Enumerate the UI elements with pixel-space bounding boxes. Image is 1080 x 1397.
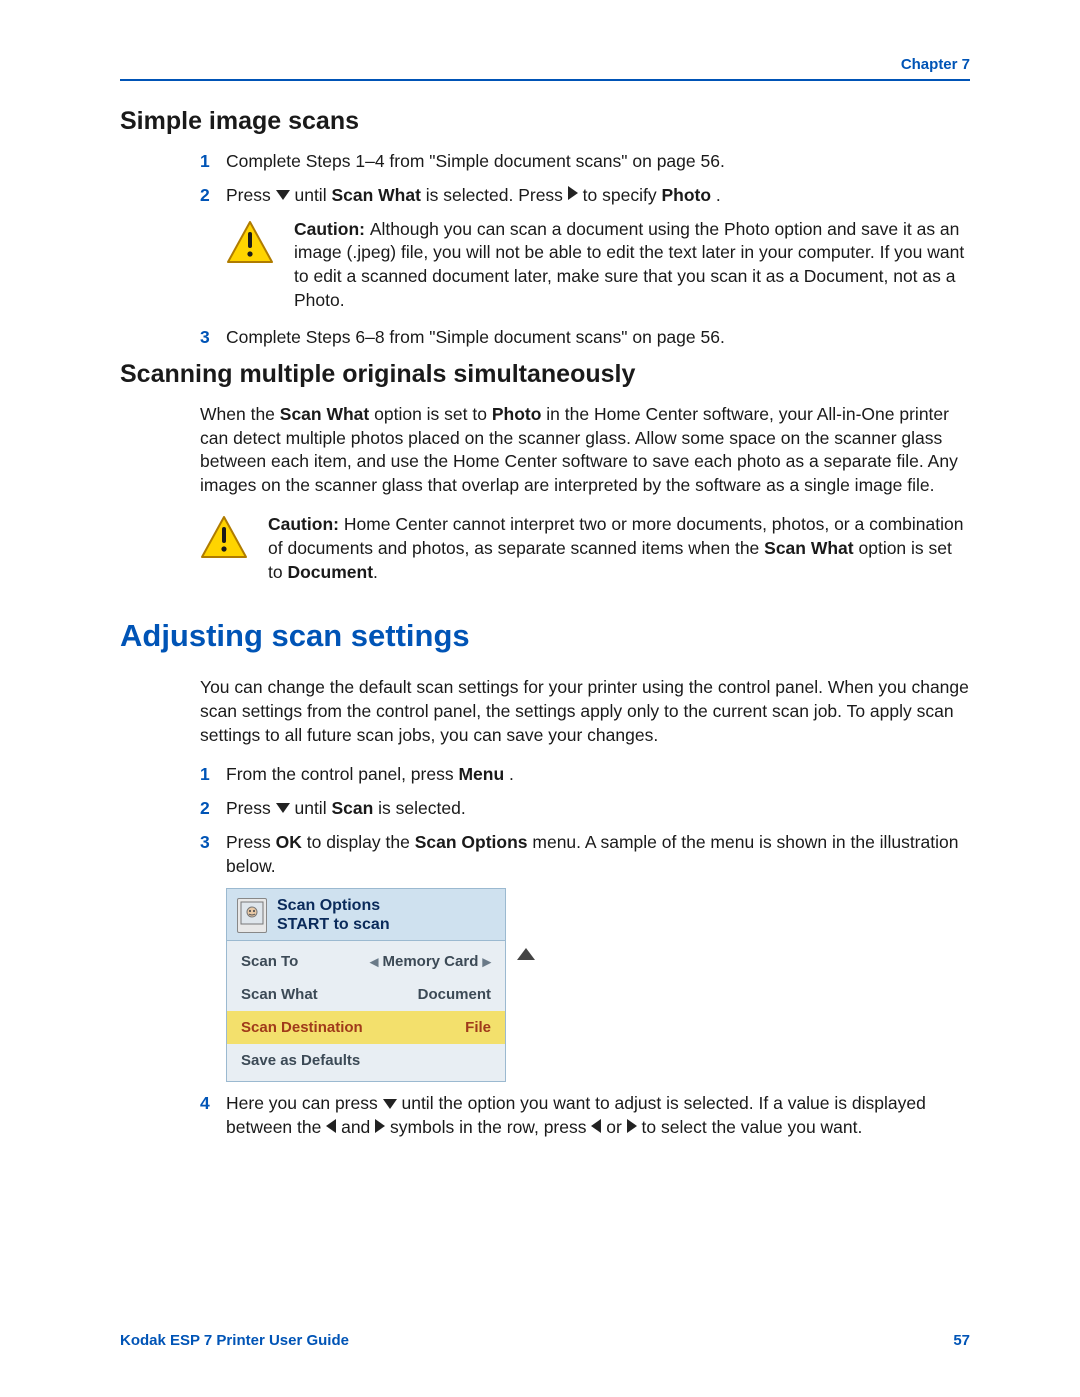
menu-row-value: Document bbox=[418, 986, 491, 1003]
list-marker: 3 bbox=[200, 831, 226, 878]
down-arrow-icon bbox=[276, 183, 290, 207]
menu-row-scan-destination: Scan Destination File bbox=[227, 1011, 505, 1044]
menu-row-save-defaults: Save as Defaults bbox=[227, 1044, 505, 1077]
text-fragment: Press bbox=[226, 798, 276, 818]
text-bold: OK bbox=[276, 832, 302, 852]
text-bold: Scan bbox=[331, 798, 373, 818]
down-arrow-icon bbox=[383, 1092, 397, 1116]
paragraph: When the Scan What option is set to Phot… bbox=[200, 403, 970, 498]
caution-label: Caution: bbox=[268, 514, 344, 534]
chapter-header: Chapter 7 bbox=[120, 56, 970, 81]
caution-text: Caution: Although you can scan a documen… bbox=[294, 218, 970, 313]
text-fragment: . bbox=[373, 562, 378, 582]
text-fragment: and bbox=[341, 1117, 375, 1137]
text-bold: Scan What bbox=[331, 185, 420, 205]
text-fragment: is selected. Press bbox=[426, 185, 568, 205]
caution-icon bbox=[226, 251, 274, 268]
page-number: 57 bbox=[953, 1332, 970, 1349]
text-fragment: until bbox=[294, 185, 331, 205]
menu-title2: START to scan bbox=[277, 916, 390, 934]
text-fragment: Although you can scan a document using t… bbox=[294, 219, 964, 310]
text-fragment: option is set to bbox=[374, 404, 492, 424]
text-fragment: to display the bbox=[307, 832, 415, 852]
text-fragment: or bbox=[606, 1117, 626, 1137]
list-marker: 4 bbox=[200, 1092, 226, 1140]
menu-row-scan-what: Scan What Document bbox=[227, 978, 505, 1011]
menu-row-value: Memory Card bbox=[383, 953, 479, 970]
caution-icon bbox=[200, 546, 248, 563]
text-bold: Photo bbox=[661, 185, 711, 205]
menu-row-label: Save as Defaults bbox=[241, 1052, 360, 1069]
caution-text: Caution: Home Center cannot interpret tw… bbox=[268, 513, 970, 584]
left-arrow-icon bbox=[326, 1116, 336, 1140]
left-arrow-icon: ◀ bbox=[370, 957, 378, 969]
heading-simple-image-scans: Simple image scans bbox=[120, 107, 970, 136]
text-bold: Scan What bbox=[280, 404, 369, 424]
heading-adjusting-scan-settings: Adjusting scan settings bbox=[120, 618, 970, 654]
menu-row-scan-to: Scan To ◀ Memory Card ▶ bbox=[227, 945, 505, 978]
text-bold: Scan Options bbox=[415, 832, 528, 852]
paragraph: You can change the default scan settings… bbox=[200, 676, 970, 747]
menu-row-label: Scan Destination bbox=[241, 1019, 363, 1036]
list-marker: 1 bbox=[200, 763, 226, 787]
menu-photo-icon bbox=[237, 898, 267, 933]
text-fragment: Press bbox=[226, 832, 276, 852]
text-bold: Menu bbox=[458, 764, 504, 784]
text-fragment: From the control panel, press bbox=[226, 764, 458, 784]
step-text: Here you can press until the option you … bbox=[226, 1092, 970, 1140]
list-marker: 2 bbox=[200, 797, 226, 821]
right-arrow-icon: ▶ bbox=[483, 957, 491, 969]
step-text: Press until Scan is selected. bbox=[226, 797, 970, 821]
right-arrow-icon bbox=[568, 183, 578, 207]
list-marker: 1 bbox=[200, 150, 226, 174]
list-marker: 3 bbox=[200, 326, 226, 350]
text-fragment: When the bbox=[200, 404, 280, 424]
right-arrow-icon bbox=[627, 1116, 637, 1140]
text-fragment: Press bbox=[226, 185, 276, 205]
menu-row-value: File bbox=[465, 1019, 491, 1036]
step-text: Complete Steps 6–8 from "Simple document… bbox=[226, 326, 970, 350]
menu-title1: Scan Options bbox=[277, 897, 390, 915]
menu-header: Scan Options START to scan bbox=[226, 888, 506, 941]
menu-row-label: Scan What bbox=[241, 986, 318, 1003]
heading-scanning-multiple: Scanning multiple originals simultaneous… bbox=[120, 360, 970, 389]
left-arrow-icon bbox=[591, 1116, 601, 1140]
text-fragment: until bbox=[294, 798, 331, 818]
text-fragment: Here you can press bbox=[226, 1093, 383, 1113]
text-bold: Photo bbox=[492, 404, 542, 424]
text-bold: Scan What bbox=[764, 538, 853, 558]
down-arrow-icon bbox=[276, 796, 290, 820]
text-fragment: to select the value you want. bbox=[642, 1117, 863, 1137]
text-fragment: . bbox=[716, 185, 721, 205]
scan-options-menu: Scan Options START to scan Scan To ◀ Mem… bbox=[226, 888, 506, 1082]
step-text: From the control panel, press Menu . bbox=[226, 763, 970, 787]
text-fragment: symbols in the row, press bbox=[390, 1117, 591, 1137]
step-text: Press until Scan What is selected. Press… bbox=[226, 184, 970, 208]
text-fragment: . bbox=[509, 764, 514, 784]
step-text: Complete Steps 1–4 from "Simple document… bbox=[226, 150, 970, 174]
menu-row-label: Scan To bbox=[241, 953, 298, 970]
list-marker: 2 bbox=[200, 184, 226, 208]
right-arrow-icon bbox=[375, 1116, 385, 1140]
text-fragment: to specify bbox=[583, 185, 662, 205]
caution-label: Caution: bbox=[294, 219, 370, 239]
menu-scroll-up-icon bbox=[517, 947, 535, 965]
step-text: Press OK to display the Scan Options men… bbox=[226, 831, 970, 878]
text-fragment: is selected. bbox=[378, 798, 466, 818]
footer-title: Kodak ESP 7 Printer User Guide bbox=[120, 1332, 349, 1349]
text-bold: Document bbox=[287, 562, 373, 582]
